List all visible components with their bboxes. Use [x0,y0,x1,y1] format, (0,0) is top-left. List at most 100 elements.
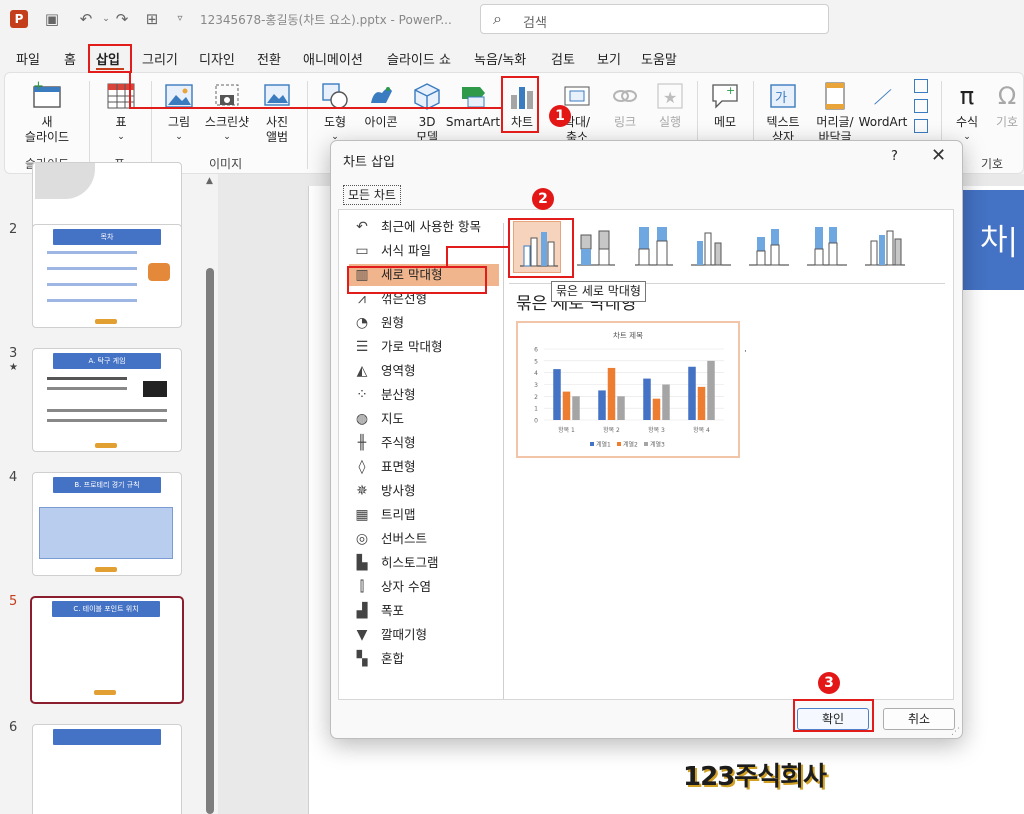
link-button[interactable]: 링크 [605,81,645,130]
bar-계열2-항목 4 [697,386,706,420]
tab-animations[interactable]: 애니메이션 [303,49,363,68]
bar-계열3-항목 1 [572,396,580,420]
action-button[interactable]: ★ 실행 [650,81,690,130]
chart-category-histogram[interactable]: ▙ 히스토그램 [349,552,499,574]
stacked-100-column-subtype[interactable] [629,221,677,273]
slide-thumbnail-panel[interactable]: 2 목차 3 ★ A. 탁구 게임 4 B. 프로테리 경기 규칙 5 C. 테… [0,162,218,814]
textbox-button[interactable]: 가 텍스트 상자 [761,81,805,145]
ok-button[interactable]: 확인 [797,708,869,730]
divider [503,223,504,699]
photo-album-button[interactable]: 사진 앨범 [255,81,299,145]
header-footer-button[interactable]: 머리글/ 바닥글 [811,81,859,145]
tab-view[interactable]: 보기 [597,49,621,68]
smartart-button[interactable]: SmartArt [445,81,501,130]
table-label: 표 [115,115,127,129]
chart-button[interactable]: 차트 [505,81,539,130]
new-slide-button[interactable]: + 새 슬라이드 [17,81,77,145]
chart-category-waterfall[interactable]: ▟ 폭포 [349,600,499,622]
tab-draw[interactable]: 그리기 [142,49,178,68]
stock-chart-icon: ╫ [357,435,367,451]
3d-models-button[interactable]: 3D 모델 [407,81,447,145]
equation-button[interactable]: π 수식 ⌄ [949,81,985,145]
annotation-connector-line [446,246,448,266]
shapes-button[interactable]: 도형 ⌄ [313,81,357,145]
chart-category-sunburst[interactable]: ◎ 선버스트 [349,528,499,550]
help-button[interactable]: ? [891,149,898,164]
chart-category-treemap[interactable]: ▦ 트리맵 [349,504,499,526]
tab-file[interactable]: 파일 [16,49,40,68]
date-time-button[interactable] [909,79,933,133]
chart-category-pie-chart[interactable]: ◔ 원형 [349,312,499,334]
x-tick-label: 항목 1 [558,426,575,434]
close-icon[interactable]: ✕ [931,145,946,166]
save-icon[interactable]: ▣ [42,9,62,29]
undo-icon[interactable]: ↶ [76,9,96,29]
slide-thumbnail-5-selected[interactable]: C. 테이블 포인트 위치 [30,596,184,704]
icons-button[interactable]: 아이콘 [359,81,403,130]
scroll-up-arrow-icon[interactable]: ▲ [206,176,213,186]
search-box[interactable]: ⌕ 검색 [480,4,829,34]
3d-clustered-column-subtype[interactable] [687,221,735,273]
chart-preview[interactable]: 차트 제목 0 1 2 3 4 5 6 항목 1 항목 2 항목 3 항목 4 계열1 계열2 계열3 [516,321,740,458]
customize-qat-icon[interactable]: ▿ [170,9,190,29]
x-tick-label: 항목 2 [603,426,620,434]
object-icon [914,119,928,133]
3d-stacked-100-column-subtype[interactable] [803,221,851,273]
chart-category-area-chart[interactable]: ◭ 영역형 [349,360,499,382]
slide-content-line [47,377,127,380]
chart-category-label: 세로 막대형 [381,267,443,282]
tab-help[interactable]: 도움말 [641,49,677,68]
chart-category-bar-chart[interactable]: ☰ 가로 막대형 [349,336,499,358]
chart-category-scatter-chart[interactable]: ⁘ 분산형 [349,384,499,406]
comment-button[interactable]: + 메모 [705,81,745,130]
tab-slideshow[interactable]: 슬라이드 쇼 [387,49,451,68]
redo-icon[interactable]: ↷ [112,9,132,29]
tab-home[interactable]: 홈 [64,49,76,68]
search-icon: ⌕ [493,9,502,28]
3d-stacked-column-subtype[interactable] [745,221,793,273]
screenshot-button[interactable]: 스크린샷 ⌄ [201,81,253,145]
symbol-button[interactable]: Ω 기호 [989,81,1024,130]
chart-category-surface-chart[interactable]: ◊ 표면형 [349,456,499,478]
chart-category-stock-chart[interactable]: ╫ 주식형 [349,432,499,454]
clustered-column-subtype[interactable] [513,221,561,273]
chart-title: 차트 제목 [613,331,643,340]
chart-category-map-chart[interactable]: ◍ 지도 [349,408,499,430]
stacked-column-subtype[interactable] [571,221,619,273]
tab-design[interactable]: 디자인 [199,49,235,68]
chart-category-funnel[interactable]: ▼ 깔때기형 [349,624,499,646]
tab-review[interactable]: 검토 [551,49,575,68]
chart-category-box-whisker[interactable]: ⫿ 상자 수염 [349,576,499,598]
slide-thumbnail-3[interactable]: A. 탁구 게임 [32,348,182,452]
chart-category-recent[interactable]: ↶ 최근에 사용한 항목 [349,216,499,238]
chart-category-line-chart[interactable]: ⩘ 꺾은선형 [349,288,499,310]
treemap-icon: ▦ [355,507,369,523]
slide-thumbnail-6[interactable] [32,724,182,814]
tab-insert[interactable]: 삽입 [96,49,120,68]
chart-category-folder[interactable]: ▭ 서식 파일 [349,240,499,262]
table-button[interactable]: 표 ⌄ [101,81,141,145]
picture-button[interactable]: 그림 ⌄ [159,81,199,145]
from-beginning-icon[interactable]: ⊞ [142,9,162,29]
tab-transitions[interactable]: 전환 [257,49,281,68]
chart-category-combo-chart[interactable]: ▚ 혼합 [349,648,499,670]
tab-all-charts[interactable]: 모든 차트 [343,185,401,205]
slide-thumbnail-4[interactable]: B. 프로테리 경기 규칙 [32,472,182,576]
wordart-button[interactable]: ⟋ WordArt [857,81,909,130]
tab-recording[interactable]: 녹음/녹화 [474,49,526,68]
slide-thumbnail-2[interactable]: 목차 [32,224,182,328]
photo-album-label: 사진 앨범 [265,115,289,144]
slide-number: 5 [9,594,18,609]
slide-title: B. 프로테리 경기 규칙 [53,477,161,493]
panel-scrollbar-thumb[interactable] [206,268,214,814]
bar-계열1-항목 4 [688,366,696,420]
chart-category-radar-chart[interactable]: ✵ 방사형 [349,480,499,502]
3d-column-subtype[interactable] [861,221,909,273]
cancel-button[interactable]: 취소 [883,708,955,730]
annotation-connector-line [446,246,508,248]
legend-swatch [617,442,621,446]
resize-grip-icon[interactable]: ⋰ [951,727,960,737]
y-tick-label: 6 [534,347,538,354]
chart-category-column-chart[interactable]: ▥ 세로 막대형 [349,264,499,286]
slide-title: A. 탁구 게임 [53,353,161,369]
